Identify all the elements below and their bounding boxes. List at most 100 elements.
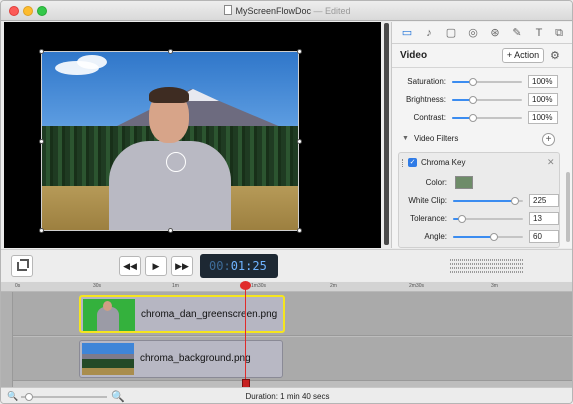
tolerance-label: Tolerance: <box>410 214 447 223</box>
angle-slider[interactable] <box>453 233 523 241</box>
chroma-key-checkbox[interactable]: ✓ <box>408 158 417 167</box>
video-section-title: Video <box>400 50 428 61</box>
white-clip-slider[interactable] <box>453 197 523 205</box>
contrast-row: Contrast: 100% <box>392 110 572 126</box>
resize-handle-top-right[interactable] <box>297 49 302 54</box>
playhead[interactable] <box>245 284 246 387</box>
video-tab-icon[interactable]: ▭ <box>400 26 414 40</box>
clip-greenscreen[interactable]: chroma_dan_greenscreen.png <box>79 295 285 333</box>
slider-knob[interactable] <box>510 197 519 205</box>
duration-label: Duration: 1 min 40 secs <box>245 392 330 401</box>
audio-tab-icon[interactable]: ♪ <box>422 26 436 40</box>
slider-knob[interactable] <box>469 96 477 104</box>
clip-name: chroma_dan_greenscreen.png <box>141 309 278 320</box>
clip-background[interactable]: chroma_background.png <box>79 340 283 378</box>
white-clip-field[interactable]: 225 <box>529 194 559 207</box>
drag-handle-icon[interactable] <box>402 159 404 167</box>
slider-knob[interactable] <box>469 114 477 122</box>
slider-knob[interactable] <box>469 78 477 86</box>
ruler-tick-label: 1m <box>172 283 179 289</box>
fast-forward-button[interactable]: ▶▶ <box>171 256 193 276</box>
title-bar: MyScreenFlowDoc — Edited <box>1 1 572 21</box>
chroma-key-filter: ✓ Chroma Key ✕ Color: White Clip: 225 To… <box>398 152 560 248</box>
text-tab-icon[interactable]: T <box>532 26 546 40</box>
video-section-header: Video + Action ⚙ <box>392 44 572 68</box>
remove-filter-icon[interactable]: ✕ <box>547 157 555 168</box>
timeline[interactable]: chroma_dan_greenscreen.png chroma_backgr… <box>1 292 572 387</box>
app-window: MyScreenFlowDoc — Edited ▭ ♪ ▢ ◎ ⊛ ✎ T ⧉… <box>0 0 573 404</box>
ruler-tick-label: 0s <box>15 283 21 289</box>
video-canvas[interactable] <box>4 22 381 248</box>
angle-row: Angle: 60 <box>393 229 572 245</box>
resize-handle-right[interactable] <box>297 139 302 144</box>
title-separator: — <box>313 6 323 16</box>
angle-label: Angle: <box>424 232 447 241</box>
resize-handle-left[interactable] <box>39 139 44 144</box>
tolerance-field[interactable]: 13 <box>529 212 559 225</box>
track-2[interactable]: chroma_background.png <box>13 337 572 381</box>
video-filters-label: Video Filters <box>414 134 459 143</box>
ruler-tick-label: 1m30s <box>251 283 267 289</box>
track-1[interactable]: chroma_dan_greenscreen.png <box>13 292 572 336</box>
media-library-tab-icon[interactable]: ⧉ <box>552 26 566 40</box>
color-label: Color: <box>425 178 447 187</box>
status-bar: 🔍 🔍 Duration: 1 min 40 secs <box>1 387 572 403</box>
document-name: MyScreenFlowDoc <box>235 6 311 16</box>
document-icon <box>224 5 233 15</box>
play-button[interactable]: ▶ <box>145 256 167 276</box>
timecode-display: 00:01:25 21 <box>200 254 278 294</box>
crop-icon <box>20 259 29 268</box>
canvas-scrollbar[interactable] <box>384 23 389 245</box>
resize-handle-bottom[interactable] <box>168 228 173 233</box>
add-action-button[interactable]: + Action <box>502 48 544 63</box>
angle-field[interactable]: 60 <box>529 230 559 243</box>
track-gutter <box>1 292 13 387</box>
crop-button[interactable] <box>11 255 33 277</box>
audio-level-meter <box>450 259 524 261</box>
contrast-label: Contrast: <box>413 113 446 122</box>
contrast-slider[interactable] <box>452 114 522 122</box>
callout-tab-icon[interactable]: ◎ <box>466 26 480 40</box>
screen-recording-tab-icon[interactable]: ▢ <box>444 26 458 40</box>
saturation-label: Saturation: <box>407 77 446 86</box>
saturation-field[interactable]: 100% <box>528 75 558 88</box>
transport-bar: ◀◀ ▶ ▶▶ 00:01:25 21 <box>1 249 572 294</box>
chroma-key-label: Chroma Key <box>421 158 466 167</box>
audio-level-meter <box>450 267 524 269</box>
thumbnail-presenter-head <box>103 301 112 311</box>
resize-handle-top-left[interactable] <box>39 49 44 54</box>
saturation-slider[interactable] <box>452 78 522 86</box>
rewind-button[interactable]: ◀◀ <box>119 256 141 276</box>
ruler-tick-label: 2m <box>330 283 337 289</box>
timecode-time: 01:25 <box>230 259 267 273</box>
timecode-hours: 00: <box>209 259 231 273</box>
inspector-scrollbar[interactable] <box>566 172 570 242</box>
annotations-tab-icon[interactable]: ⊛ <box>488 26 502 40</box>
color-row: Color: <box>393 175 572 191</box>
resize-handle-bottom-right[interactable] <box>297 228 302 233</box>
white-clip-label: White Clip: <box>408 196 447 205</box>
disclosure-triangle-icon[interactable]: ▼ <box>402 135 409 142</box>
video-filters-header[interactable]: ▼ Video Filters + <box>392 130 572 150</box>
timeline-ruler[interactable]: 0s 30s 1m 1m30s 2m 2m30s 3m <box>1 282 572 292</box>
key-color-well[interactable] <box>455 176 473 189</box>
add-filter-button[interactable]: + <box>542 133 555 146</box>
gear-icon[interactable]: ⚙ <box>550 49 560 62</box>
clip-name: chroma_background.png <box>140 353 251 364</box>
clip-thumbnail <box>82 343 134 375</box>
resize-handle-top[interactable] <box>168 49 173 54</box>
contrast-field[interactable]: 100% <box>528 111 558 124</box>
inspector-panel: ▭ ♪ ▢ ◎ ⊛ ✎ T ⧉ Video + Action ⚙ Saturat… <box>391 22 572 248</box>
touch-tab-icon[interactable]: ✎ <box>510 26 524 40</box>
slider-knob[interactable] <box>458 215 467 223</box>
ruler-tick-label: 30s <box>93 283 102 289</box>
brightness-row: Brightness: 100% <box>392 92 572 108</box>
tolerance-slider[interactable] <box>453 215 523 223</box>
resize-handle-bottom-left[interactable] <box>39 228 44 233</box>
playhead-handle[interactable] <box>240 281 251 290</box>
brightness-slider[interactable] <box>452 96 522 104</box>
slider-fill <box>453 236 494 238</box>
tolerance-row: Tolerance: 13 <box>393 211 572 227</box>
slider-knob[interactable] <box>489 233 498 241</box>
brightness-field[interactable]: 100% <box>528 93 558 106</box>
